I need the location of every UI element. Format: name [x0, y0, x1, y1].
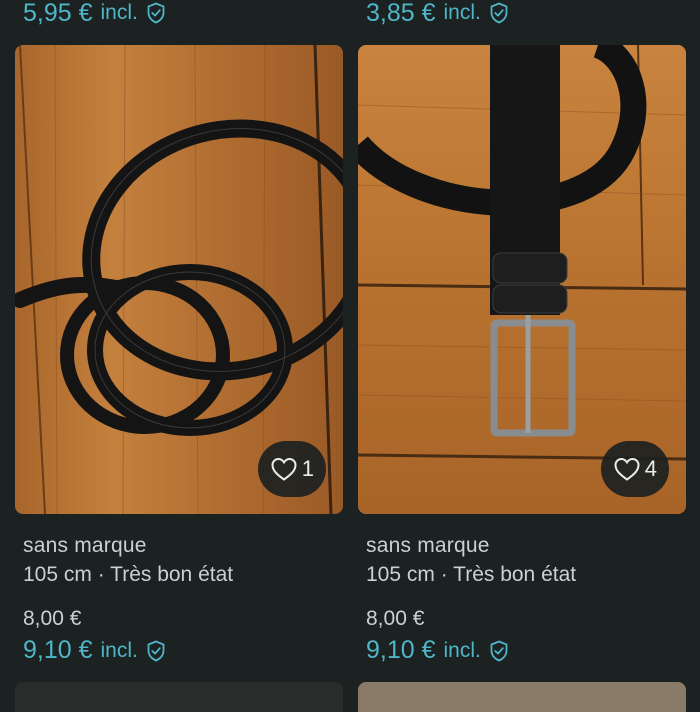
product-photo-belt-buckle[interactable]: 4	[358, 45, 686, 514]
heart-outline-icon	[271, 457, 297, 481]
incl-label: incl.	[443, 638, 481, 662]
price-incl: 9,10 €	[23, 636, 93, 664]
product-card[interactable]: 4 sans marque 105 cm · Très bon état 8,0…	[358, 0, 686, 712]
product-price: 8,00 €	[366, 607, 425, 630]
next-product-photo[interactable]	[358, 682, 686, 712]
shield-check-icon[interactable]	[489, 640, 509, 662]
next-product-photo[interactable]	[15, 682, 343, 712]
shield-check-icon[interactable]	[146, 640, 166, 662]
favorite-count: 1	[301, 456, 314, 481]
price-incl-row: 9,10 € incl.	[366, 636, 509, 665]
favorite-button[interactable]: 4	[600, 441, 669, 497]
product-photo-belt-coiled[interactable]: 1	[15, 45, 343, 514]
favorite-count: 4	[644, 456, 657, 481]
favorite-button[interactable]: 1	[257, 441, 326, 497]
product-brand: sans marque	[366, 534, 490, 557]
heart-outline-icon	[614, 457, 640, 481]
product-brand: sans marque	[23, 534, 147, 557]
incl-label: incl.	[100, 638, 138, 662]
price-incl-row: 9,10 € incl.	[23, 636, 166, 665]
product-price: 8,00 €	[23, 607, 82, 630]
price-incl: 9,10 €	[366, 636, 436, 664]
product-details: 105 cm · Très bon état	[366, 563, 577, 586]
product-card[interactable]: 1 sans marque 105 cm · Très bon état 8,0…	[15, 0, 343, 712]
product-details: 105 cm · Très bon état	[23, 563, 234, 586]
